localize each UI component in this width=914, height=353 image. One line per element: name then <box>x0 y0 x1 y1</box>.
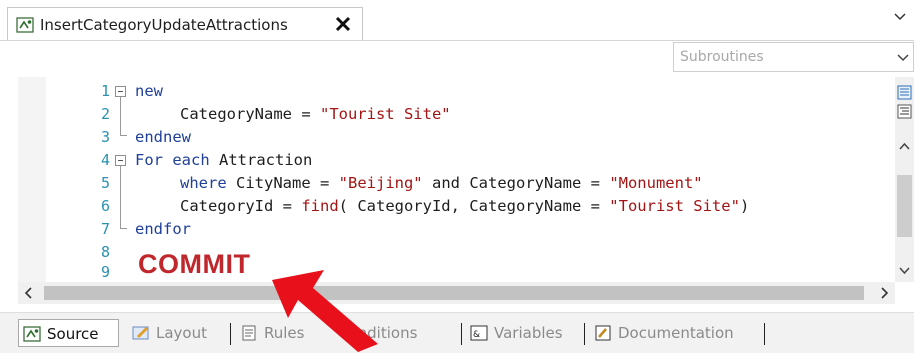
line-number: 2 <box>100 105 110 123</box>
tab-label: Conditions <box>338 324 418 342</box>
code-editor[interactable]: 1 2 3 4 5 6 7 8 9 new CategoryName = "To… <box>18 77 895 282</box>
line-number: 1 <box>100 82 110 100</box>
tab-label: Rules <box>264 324 305 342</box>
subroutines-combo[interactable]: Subroutines <box>673 42 914 72</box>
code-text: ( CategoryId, CategoryName = <box>338 197 610 215</box>
subroutines-combo-text: Subroutines <box>680 49 764 65</box>
editor-part-tabs: Source Layout Rules Conditions & Variabl… <box>0 312 914 353</box>
line-number: 5 <box>100 174 110 192</box>
fold-collapse-icon[interactable] <box>115 86 126 97</box>
code-text: Attraction <box>219 151 313 169</box>
line-number: 7 <box>100 220 110 238</box>
tab-conditions[interactable]: Conditions <box>330 319 454 347</box>
fold-end-marker <box>120 228 127 229</box>
tab-separator <box>764 323 765 345</box>
code-text: CategoryName = <box>180 105 320 123</box>
close-icon[interactable] <box>333 14 353 34</box>
vertical-scroll-thumb[interactable] <box>897 175 912 237</box>
tab-label: Variables <box>494 324 563 342</box>
tab-source[interactable]: Source <box>18 319 119 347</box>
keyword-new: new <box>135 82 163 100</box>
tab-variables[interactable]: & Variables <box>466 319 582 347</box>
tab-label: Layout <box>156 324 207 342</box>
document-tab-strip: InsertCategoryUpdateAttractions <box>0 0 914 41</box>
source-icon <box>23 326 41 342</box>
line-number: 8 <box>100 243 110 261</box>
tab-label: Source <box>47 325 99 343</box>
code-line-2: CategoryName = "Tourist Site" <box>180 105 451 123</box>
variables-icon: & <box>470 325 488 341</box>
string-literal: "Monument" <box>609 174 703 192</box>
tab-separator <box>584 323 585 345</box>
tab-label: Documentation <box>618 324 734 342</box>
horizontal-scroll-thumb[interactable] <box>44 286 864 300</box>
keyword-endfor: endfor <box>135 220 191 238</box>
keyword-for-each: For each <box>135 151 219 169</box>
rules-icon <box>242 325 256 341</box>
line-number: 3 <box>100 128 110 146</box>
code-text: CategoryName = <box>469 174 610 192</box>
tab-list-dropdown-icon[interactable] <box>893 12 907 22</box>
fold-collapse-icon[interactable] <box>115 155 126 166</box>
code-text: CityName = <box>236 174 339 192</box>
document-tab[interactable]: InsertCategoryUpdateAttractions <box>7 7 363 40</box>
document-tab-title: InsertCategoryUpdateAttractions <box>40 16 288 34</box>
tab-separator <box>461 323 462 345</box>
horizontal-scrollbar[interactable] <box>18 282 895 304</box>
keyword-endnew: endnew <box>135 128 191 146</box>
tab-documentation[interactable]: Documentation <box>590 319 760 347</box>
editor-margin <box>18 77 46 282</box>
line-number: 6 <box>100 197 110 215</box>
fold-guide <box>120 97 121 135</box>
code-line-1: new <box>135 82 163 100</box>
vertical-scrollbar[interactable] <box>895 77 914 282</box>
code-line-3: endnew <box>135 128 191 146</box>
string-literal: "Tourist Site" <box>609 197 740 215</box>
split-view-icon[interactable] <box>897 85 912 100</box>
keyword-where: where <box>180 174 236 192</box>
line-number: 9 <box>100 263 110 281</box>
procedure-icon <box>16 17 34 33</box>
code-text: and <box>422 174 470 192</box>
layout-icon <box>132 326 149 340</box>
outline-view-icon[interactable] <box>897 104 912 119</box>
tab-rules[interactable]: Rules <box>236 319 326 347</box>
fold-end-marker <box>120 135 127 136</box>
function-name: find <box>301 197 339 215</box>
code-line-7: endfor <box>135 220 191 238</box>
code-line-6: CategoryId = find( CategoryId, CategoryN… <box>180 197 749 215</box>
line-number: 4 <box>100 151 110 169</box>
commit-annotation: COMMIT <box>138 249 251 279</box>
scroll-down-icon[interactable] <box>897 263 912 278</box>
svg-text:&: & <box>473 330 480 340</box>
code-text: CategoryId = <box>180 197 302 215</box>
chevron-down-icon <box>897 54 909 62</box>
editor-window: InsertCategoryUpdateAttractions Subrouti… <box>0 0 914 353</box>
code-line-5: where CityName = "Beijing" and CategoryN… <box>180 174 703 192</box>
scroll-right-icon[interactable] <box>873 282 895 304</box>
tab-layout[interactable]: Layout <box>128 319 228 347</box>
fold-guide <box>120 166 121 228</box>
editor-toolbar: Subroutines <box>0 41 914 76</box>
code-text: ) <box>739 197 750 215</box>
string-literal: "Tourist Site" <box>319 105 451 123</box>
code-line-4: For each Attraction <box>135 151 312 169</box>
documentation-icon <box>595 325 611 341</box>
scroll-up-icon[interactable] <box>897 139 912 154</box>
scroll-left-icon[interactable] <box>18 282 40 304</box>
string-literal: "Beijing" <box>338 174 423 192</box>
tab-separator <box>230 323 231 345</box>
